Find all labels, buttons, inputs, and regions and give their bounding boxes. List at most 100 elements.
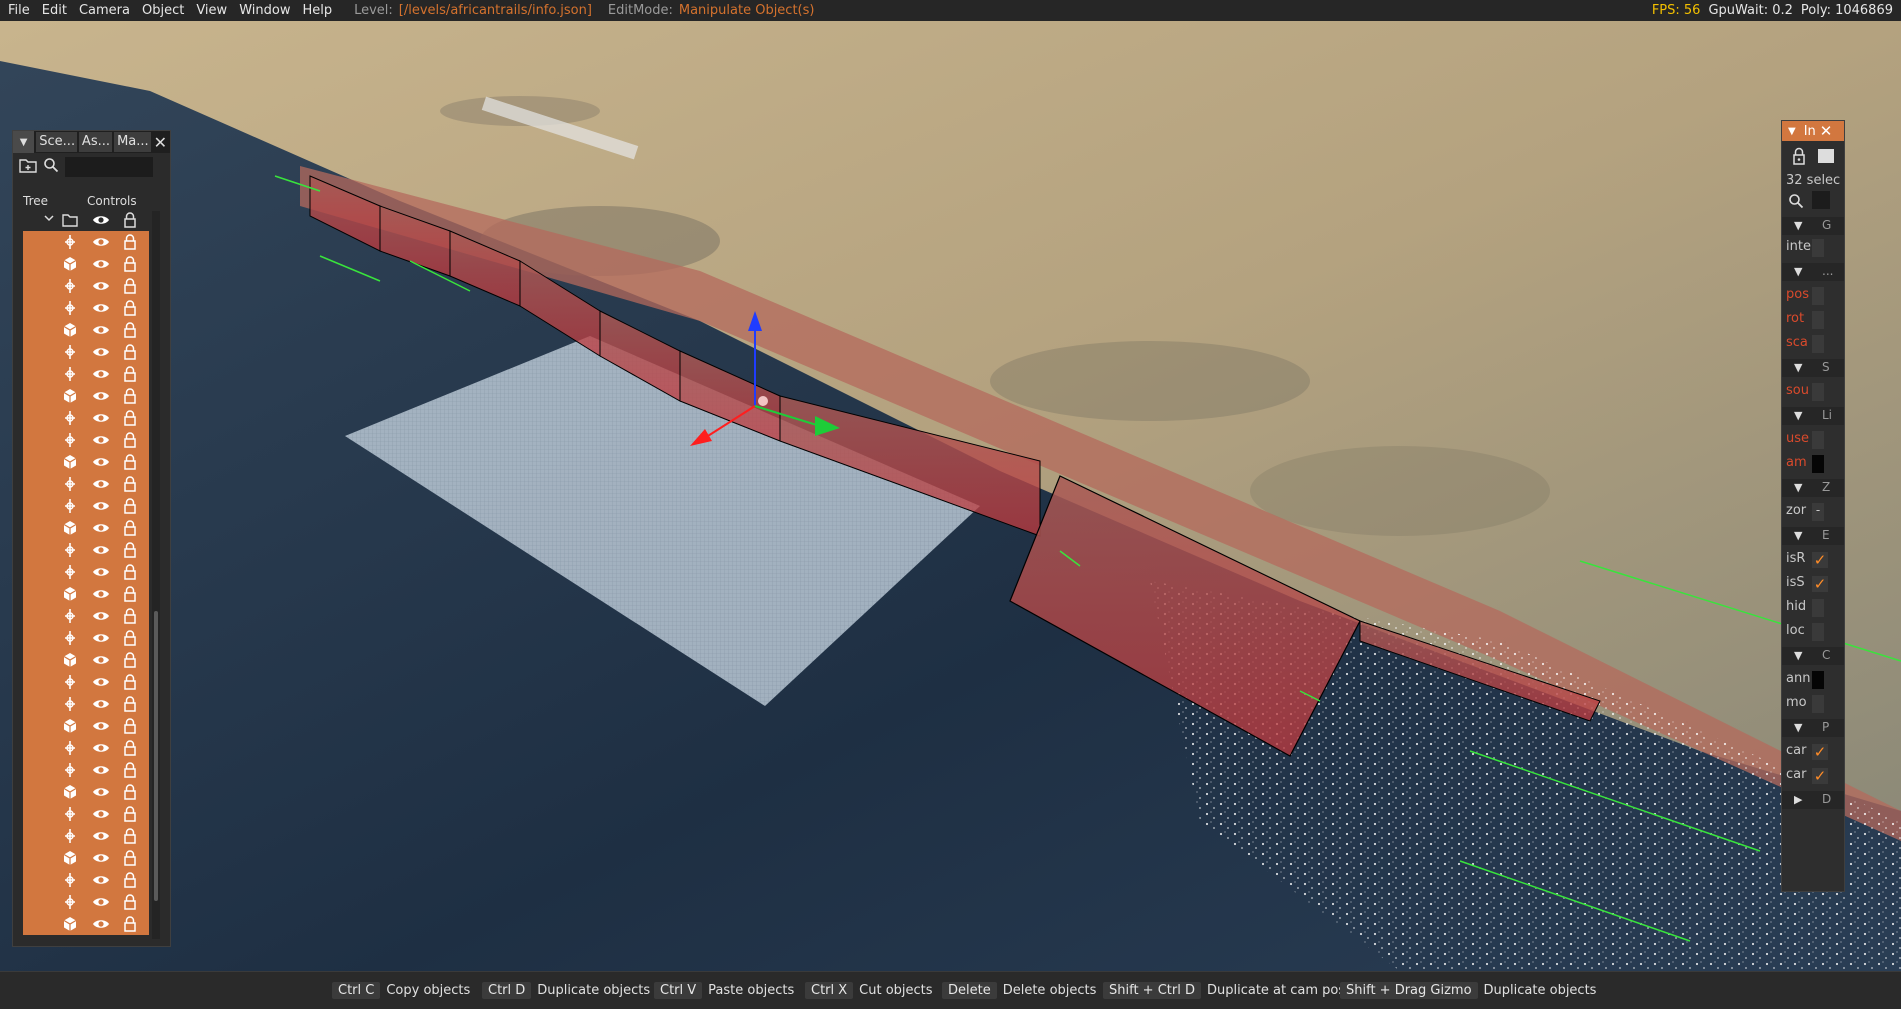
tree-object-row[interactable] (23, 737, 149, 759)
tree-object-row[interactable] (23, 407, 149, 429)
tree-object-row[interactable] (23, 869, 149, 891)
field-value[interactable] (1812, 695, 1824, 713)
position-value[interactable] (1812, 287, 1824, 305)
rotation-value[interactable] (1812, 311, 1824, 329)
search-icon[interactable] (1788, 193, 1804, 213)
tree-object-row[interactable] (23, 451, 149, 473)
tree-root-row[interactable] (23, 209, 159, 231)
tree-object-row[interactable] (23, 319, 149, 341)
lock-icon[interactable] (121, 453, 139, 471)
lock-icon[interactable] (121, 629, 139, 647)
tab-scene[interactable]: Sce... (36, 132, 77, 152)
lock-icon[interactable] (121, 739, 139, 757)
lock-icon[interactable] (121, 673, 139, 691)
new-item-icon[interactable] (1818, 149, 1834, 163)
eye-icon[interactable] (92, 233, 110, 251)
lock-icon[interactable] (121, 365, 139, 383)
lock-icon[interactable] (121, 277, 139, 295)
tree-object-row[interactable] (23, 847, 149, 869)
eye-icon[interactable] (92, 805, 110, 823)
section-s[interactable]: ▼ S (1782, 359, 1844, 377)
lock-icon[interactable] (121, 607, 139, 625)
lock-icon[interactable] (121, 783, 139, 801)
lock-icon[interactable] (1792, 147, 1806, 169)
lock-icon[interactable] (121, 893, 139, 911)
eye-icon[interactable] (92, 497, 110, 515)
checkbox-checked[interactable]: ✓ (1812, 768, 1828, 784)
chevron-down-icon[interactable] (43, 211, 55, 229)
lock-icon[interactable] (121, 871, 139, 889)
tree-object-row[interactable] (23, 385, 149, 407)
close-icon[interactable]: ✕ (1820, 122, 1833, 140)
lock-icon[interactable] (121, 497, 139, 515)
checkbox-unchecked[interactable] (1812, 599, 1824, 617)
checkbox-checked[interactable]: ✓ (1812, 744, 1828, 760)
tree-object-row[interactable] (23, 473, 149, 495)
eye-icon[interactable] (92, 585, 110, 603)
eye-icon[interactable] (92, 563, 110, 581)
eye-icon[interactable] (92, 519, 110, 537)
lock-icon[interactable] (121, 761, 139, 779)
use-value[interactable] (1812, 431, 1824, 449)
zone-value[interactable]: - (1812, 503, 1824, 521)
lock-icon[interactable] (121, 255, 139, 273)
tab-materials[interactable]: Ma... (114, 132, 151, 152)
eye-icon[interactable] (92, 541, 110, 559)
section-general[interactable]: ▼ G (1782, 217, 1844, 235)
lock-icon[interactable] (121, 519, 139, 537)
eye-icon[interactable] (92, 211, 110, 229)
eye-icon[interactable] (92, 651, 110, 669)
lock-icon[interactable] (121, 827, 139, 845)
tree-object-row[interactable] (23, 231, 149, 253)
tree-search-input[interactable] (65, 157, 153, 177)
lock-icon[interactable] (121, 343, 139, 361)
lock-icon[interactable] (121, 717, 139, 735)
tree-object-row[interactable] (23, 891, 149, 913)
close-icon[interactable]: ✕ (151, 132, 170, 152)
lock-icon[interactable] (121, 475, 139, 493)
lock-icon[interactable] (121, 431, 139, 449)
lock-icon[interactable] (121, 541, 139, 559)
eye-icon[interactable] (92, 255, 110, 273)
scale-value[interactable] (1812, 335, 1824, 353)
lock-icon[interactable] (121, 805, 139, 823)
lock-icon[interactable] (121, 915, 139, 933)
source-value[interactable] (1812, 383, 1824, 401)
section-light[interactable]: ▼ Li (1782, 407, 1844, 425)
tree-object-row[interactable] (23, 715, 149, 737)
tree-object-row[interactable] (23, 561, 149, 583)
section-c[interactable]: ▼ C (1782, 647, 1844, 665)
tree-object-row[interactable] (23, 913, 149, 935)
tree-object-row[interactable] (23, 583, 149, 605)
tree-object-row[interactable] (23, 825, 149, 847)
lock-icon[interactable] (121, 321, 139, 339)
eye-icon[interactable] (92, 717, 110, 735)
lock-icon[interactable] (121, 585, 139, 603)
eye-icon[interactable] (92, 387, 110, 405)
checkbox-checked[interactable]: ✓ (1812, 576, 1828, 592)
menu-edit[interactable]: Edit (36, 3, 73, 18)
eye-icon[interactable] (92, 849, 110, 867)
lock-icon[interactable] (121, 233, 139, 251)
new-folder-icon[interactable] (19, 157, 37, 177)
section-d[interactable]: ▶ D (1782, 791, 1844, 809)
window-menu-arrow-icon[interactable]: ▼ (1788, 126, 1796, 137)
menu-object[interactable]: Object (136, 3, 190, 18)
color-swatch[interactable] (1812, 671, 1824, 689)
menu-help[interactable]: Help (296, 3, 338, 18)
tree-object-row[interactable] (23, 693, 149, 715)
tree-object-row[interactable] (23, 429, 149, 451)
eye-icon[interactable] (92, 827, 110, 845)
viewport-3d[interactable] (0, 21, 1901, 971)
tree-object-row[interactable] (23, 275, 149, 297)
checkbox-unchecked[interactable] (1812, 623, 1824, 641)
lock-icon[interactable] (121, 695, 139, 713)
tree-object-row[interactable] (23, 781, 149, 803)
eye-icon[interactable] (92, 277, 110, 295)
tree-object-row[interactable] (23, 627, 149, 649)
tab-assets[interactable]: As... (78, 132, 113, 152)
eye-icon[interactable] (92, 299, 110, 317)
tree-scrollbar[interactable] (152, 211, 160, 939)
eye-icon[interactable] (92, 915, 110, 933)
lock-icon[interactable] (121, 409, 139, 427)
